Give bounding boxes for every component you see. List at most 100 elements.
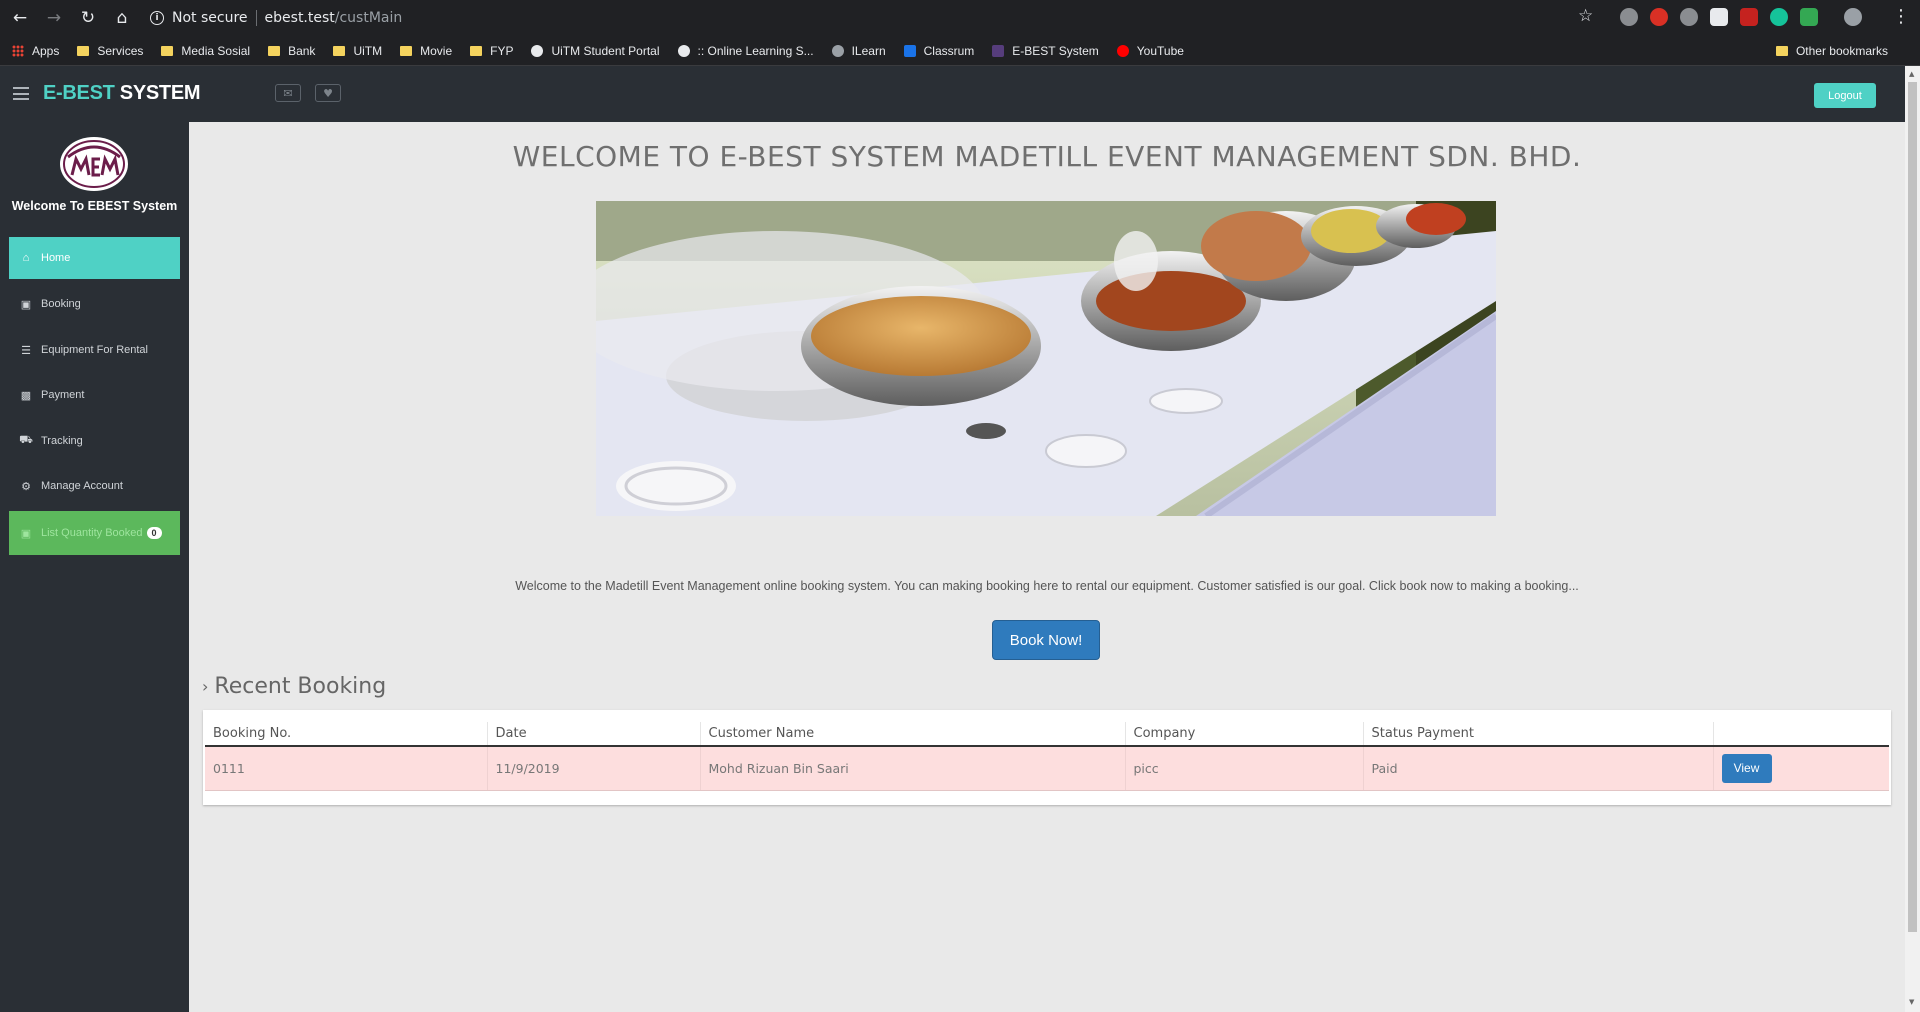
welcome-paragraph: Welcome to the Madetill Event Management… — [515, 579, 1579, 593]
column-header-date: Date — [486, 722, 700, 747]
grammarly-icon[interactable] — [1770, 8, 1788, 26]
sidebar-item-label: Tracking — [41, 435, 83, 447]
folder-icon — [400, 45, 413, 56]
cell-date: 11/9/2019 — [486, 746, 700, 791]
bookmark-movie[interactable]: Movie — [400, 44, 452, 58]
browser-menu-icon[interactable]: ⋮ — [1892, 6, 1910, 27]
bookmark-ebest-system[interactable]: E-BEST System — [992, 43, 1099, 58]
bookmark-apps[interactable]: Apps — [12, 44, 59, 58]
sidebar-item-label: Payment — [41, 389, 85, 401]
bookmark-label: FYP — [490, 43, 514, 58]
extension-icon[interactable] — [1680, 8, 1698, 26]
bootstrap-icon — [992, 44, 1005, 57]
bookmark-fyp[interactable]: FYP — [470, 44, 513, 58]
address-bar[interactable]: i Not secure ebest.test/custMain — [142, 4, 1612, 32]
sidebar-item-tracking[interactable]: ⛟ Tracking — [9, 420, 180, 462]
recent-booking-title: Recent Booking — [214, 674, 387, 699]
bookmark-label: E-BEST System — [1012, 43, 1099, 58]
chevron-right-icon: › — [202, 677, 209, 696]
bookmark-label: UiTM — [353, 43, 383, 58]
scrollbar-thumb[interactable] — [1908, 82, 1917, 932]
cart-icon: ▣ — [20, 527, 32, 540]
scroll-down-arrow-icon[interactable]: ▼ — [1909, 998, 1914, 1006]
back-icon[interactable]: ← — [6, 4, 34, 32]
bookmark-services[interactable]: Services — [77, 44, 143, 58]
sidebar-item-booking[interactable]: ▣ Booking — [9, 283, 180, 325]
recent-booking-heading: › Recent Booking — [202, 674, 386, 699]
table-row: 0111 11/9/2019 Mohd Rizuan Bin Saari pic… — [205, 746, 1889, 791]
sidebar-item-label: Manage Account — [41, 480, 123, 492]
sidebar-item-label: Equipment For Rental — [41, 344, 148, 356]
omnibox-divider — [255, 10, 257, 26]
bookmark-label: :: Online Learning S... — [697, 43, 814, 58]
bookmark-label: ILearn — [851, 43, 886, 58]
brand-rest: SYSTEM — [114, 82, 201, 104]
classroom-icon — [903, 44, 916, 57]
sidebar: Welcome To EBEST System ⌂ Home ▣ Booking… — [0, 122, 189, 1012]
bookmark-label: UiTM Student Portal — [551, 43, 660, 58]
sidebar-item-payment[interactable]: ▩ Payment — [9, 374, 180, 416]
sidebar-item-equipment[interactable]: ☰ Equipment For Rental — [9, 329, 180, 371]
hero-catering-image — [596, 201, 1496, 516]
recent-booking-table-card: Booking No. Date Customer Name Company S… — [203, 710, 1891, 805]
sidebar-item-manage-account[interactable]: ⚙ Manage Account — [9, 465, 180, 507]
main-content: WELCOME TO E-BEST SYSTEM MADETILL EVENT … — [189, 122, 1905, 1012]
extension-icon[interactable] — [1800, 8, 1818, 26]
truck-icon: ⛟ — [19, 434, 33, 446]
bookmark-label: Apps — [32, 43, 60, 58]
bookmark-online-learning[interactable]: :: Online Learning S... — [677, 43, 814, 58]
bell-icon[interactable]: ♥ — [315, 84, 341, 102]
extension-icon[interactable] — [1710, 8, 1728, 26]
bookmark-uitm-student-portal[interactable]: UiTM Student Portal — [531, 43, 660, 58]
cell-customer-name: Mohd Rizuan Bin Saari — [699, 746, 1125, 791]
forward-icon[interactable]: → — [40, 4, 68, 32]
reload-icon[interactable]: ↻ — [74, 4, 102, 32]
sidebar-item-home[interactable]: ⌂ Home — [9, 237, 180, 279]
home-browser-icon[interactable]: ⌂ — [108, 4, 136, 32]
bookmark-bank[interactable]: Bank — [268, 44, 315, 58]
hamburger-menu-icon[interactable] — [13, 87, 29, 100]
extension-icon[interactable] — [1650, 8, 1668, 26]
view-booking-button[interactable]: View — [1721, 753, 1772, 783]
extensions-bar — [1620, 8, 1862, 26]
extension-icon[interactable] — [1620, 8, 1638, 26]
bookmark-label: Other bookmarks — [1795, 44, 1888, 58]
column-header-company: Company — [1124, 722, 1363, 747]
page-scrollbar[interactable]: ▲ ▼ — [1905, 66, 1920, 1012]
recent-booking-table: Booking No. Date Customer Name Company S… — [205, 722, 1889, 791]
book-now-button[interactable]: Book Now! — [992, 620, 1100, 660]
brand-accent: E-BEST — [43, 82, 115, 104]
extension-icon[interactable] — [1740, 8, 1758, 26]
scroll-up-arrow-icon[interactable]: ▲ — [1909, 70, 1914, 78]
column-header-status-payment: Status Payment — [1362, 722, 1713, 747]
security-label: Not secure — [172, 10, 248, 26]
bookmark-media-sosial[interactable]: Media Sosial — [161, 44, 250, 58]
column-header-customer-name: Customer Name — [699, 722, 1125, 747]
bookmark-ilearn[interactable]: ILearn — [831, 43, 886, 58]
company-logo — [60, 137, 128, 191]
bookmark-label: Classrum — [923, 43, 975, 58]
logout-button[interactable]: Logout — [1814, 83, 1876, 108]
other-bookmarks[interactable]: Other bookmarks — [1775, 44, 1888, 58]
sidebar-item-label: List Quantity Booked — [41, 527, 143, 539]
app-header: E-BEST SYSTEM ✉ ♥ Logout — [0, 66, 1905, 122]
bookmarks-bar: Apps Services Media Sosial Bank UiTM Mov… — [0, 36, 1920, 66]
browser-toolbar: ← → ↻ ⌂ i Not secure ebest.test/custMain… — [0, 0, 1920, 36]
gears-icon: ⚙ — [21, 480, 31, 493]
list-icon: ☰ — [21, 344, 31, 357]
bookmark-star-icon[interactable]: ☆ — [1578, 6, 1593, 26]
sidebar-item-label: Home — [41, 252, 71, 264]
info-icon[interactable]: i — [150, 11, 164, 25]
bookmark-label: Media Sosial — [181, 43, 251, 58]
bookmark-youtube[interactable]: YouTube — [1116, 44, 1184, 58]
mail-icon[interactable]: ✉ — [275, 84, 301, 102]
bookmark-label: Bank — [288, 43, 316, 58]
brand-logo-text[interactable]: E-BEST SYSTEM — [43, 82, 201, 105]
bookmark-label: Movie — [420, 43, 453, 58]
bookmark-uitm[interactable]: UiTM — [333, 44, 382, 58]
sidebar-item-list-quantity-booked[interactable]: ▣ List Quantity Booked 0 — [9, 511, 180, 555]
apps-grid-icon — [12, 44, 24, 57]
table-header-row: Booking No. Date Customer Name Company S… — [205, 722, 1889, 747]
profile-avatar-icon[interactable] — [1844, 8, 1862, 26]
bookmark-classrum[interactable]: Classrum — [903, 43, 975, 58]
